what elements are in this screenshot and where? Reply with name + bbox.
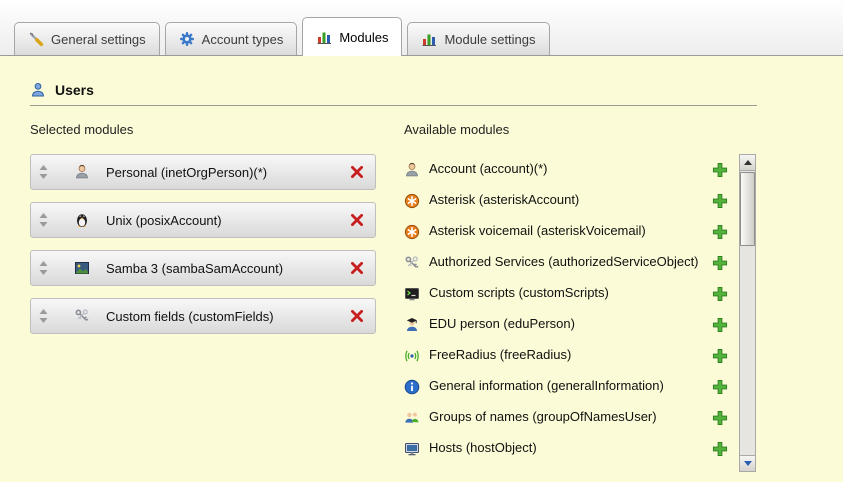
module-label: EDU person (eduPerson) <box>429 314 703 335</box>
module-label: Samba 3 (sambaSamAccount) <box>106 261 349 276</box>
lam-configuration-page: General settings Account types Modules M… <box>0 0 843 472</box>
drag-handle-icon[interactable] <box>39 309 48 323</box>
asterisk-icon <box>404 224 420 240</box>
available-module-row: Asterisk voicemail (asteriskVoicemail) <box>404 216 734 247</box>
available-module-row: Account (account)(*) <box>404 154 734 185</box>
keys-icon <box>404 255 420 271</box>
add-module-button[interactable] <box>712 348 728 364</box>
selected-module-row[interactable]: Unix (posixAccount) <box>30 202 376 238</box>
available-module-row: EDU person (eduPerson) <box>404 309 734 340</box>
person-icon <box>74 164 90 180</box>
available-module-row: General information (generalInformation) <box>404 371 734 402</box>
penguin-icon <box>74 212 90 228</box>
available-modules-scrollbar[interactable] <box>739 154 756 472</box>
module-label: Asterisk (asteriskAccount) <box>429 190 703 211</box>
modules-columns: Selected modules Personal (inetOrgPerson… <box>30 122 843 472</box>
terminal-icon <box>404 286 420 302</box>
asterisk-icon <box>404 193 420 209</box>
remove-module-button[interactable] <box>349 164 365 180</box>
available-module-row: Asterisk (asteriskAccount) <box>404 185 734 216</box>
drag-handle-icon[interactable] <box>39 213 48 227</box>
module-label: Groups of names (groupOfNamesUser) <box>429 407 703 428</box>
tab-bar: General settings Account types Modules M… <box>0 0 843 56</box>
module-label: FreeRadius (freeRadius) <box>429 345 703 366</box>
available-modules-list: Account (account)(*) Asterisk (asteriskA… <box>404 154 756 472</box>
group-icon <box>404 410 420 426</box>
tab-general-settings[interactable]: General settings <box>14 22 160 55</box>
monitor-icon <box>404 441 420 457</box>
users-section-header: Users <box>30 82 757 106</box>
tab-label: General settings <box>51 32 146 47</box>
tab-label: Module settings <box>444 32 535 47</box>
available-module-row: Hosts (hostObject) <box>404 433 734 464</box>
module-label: Custom scripts (customScripts) <box>429 283 703 304</box>
users-icon <box>30 82 46 98</box>
available-module-row: FreeRadius (freeRadius) <box>404 340 734 371</box>
selected-modules-list: Personal (inetOrgPerson)(*) Unix (posixA… <box>30 154 376 334</box>
module-label: Account (account)(*) <box>429 159 703 180</box>
radio-waves-icon <box>404 348 420 364</box>
module-label: Personal (inetOrgPerson)(*) <box>106 165 349 180</box>
scroll-up-button[interactable] <box>740 155 755 171</box>
remove-module-button[interactable] <box>349 308 365 324</box>
bar-chart-icon <box>421 31 437 47</box>
module-label: Authorized Services (authorizedServiceOb… <box>429 252 703 273</box>
edu-person-icon <box>404 317 420 333</box>
remove-module-button[interactable] <box>349 212 365 228</box>
available-module-row: Authorized Services (authorizedServiceOb… <box>404 247 734 278</box>
tab-module-settings[interactable]: Module settings <box>407 22 549 55</box>
bar-chart-icon <box>316 29 332 45</box>
tab-label: Modules <box>339 30 388 45</box>
available-modules-column: Available modules Account (account)(*) <box>404 122 756 472</box>
available-module-row: Groups of names (groupOfNamesUser) <box>404 402 734 433</box>
person-icon <box>404 162 420 178</box>
add-module-button[interactable] <box>712 410 728 426</box>
remove-module-button[interactable] <box>349 260 365 276</box>
scroll-down-arrow-icon <box>744 461 752 466</box>
module-label: General information (generalInformation) <box>429 376 703 397</box>
add-module-button[interactable] <box>712 317 728 333</box>
available-module-row: Custom scripts (customScripts) <box>404 278 734 309</box>
module-label: Asterisk voicemail (asteriskVoicemail) <box>429 221 703 242</box>
section-title: Users <box>55 82 94 98</box>
scroll-down-button[interactable] <box>740 455 755 471</box>
selected-module-row[interactable]: Personal (inetOrgPerson)(*) <box>30 154 376 190</box>
scrollbar-thumb[interactable] <box>740 172 755 246</box>
module-label: Custom fields (customFields) <box>106 309 349 324</box>
tools-icon <box>28 31 44 47</box>
tab-label: Account types <box>202 32 284 47</box>
add-module-button[interactable] <box>712 379 728 395</box>
add-module-button[interactable] <box>712 193 728 209</box>
selected-modules-column: Selected modules Personal (inetOrgPerson… <box>30 122 376 472</box>
add-module-button[interactable] <box>712 224 728 240</box>
available-modules-heading: Available modules <box>404 122 756 138</box>
module-label: Unix (posixAccount) <box>106 213 349 228</box>
selected-module-row[interactable]: Custom fields (customFields) <box>30 298 376 334</box>
scroll-up-arrow-icon <box>744 160 752 165</box>
tab-account-types[interactable]: Account types <box>165 22 298 55</box>
add-module-button[interactable] <box>712 286 728 302</box>
selected-modules-heading: Selected modules <box>30 122 376 138</box>
drag-handle-icon[interactable] <box>39 261 48 275</box>
add-module-button[interactable] <box>712 162 728 178</box>
modules-tab-content: Users Selected modules Personal (inetOrg… <box>0 56 843 472</box>
drag-handle-icon[interactable] <box>39 165 48 179</box>
tab-modules[interactable]: Modules <box>302 17 402 56</box>
samba-photo-icon <box>74 260 90 276</box>
add-module-button[interactable] <box>712 255 728 271</box>
module-label: Hosts (hostObject) <box>429 438 703 459</box>
gear-icon <box>179 31 195 47</box>
add-module-button[interactable] <box>712 441 728 457</box>
info-icon <box>404 379 420 395</box>
selected-module-row[interactable]: Samba 3 (sambaSamAccount) <box>30 250 376 286</box>
keys-icon <box>74 308 90 324</box>
